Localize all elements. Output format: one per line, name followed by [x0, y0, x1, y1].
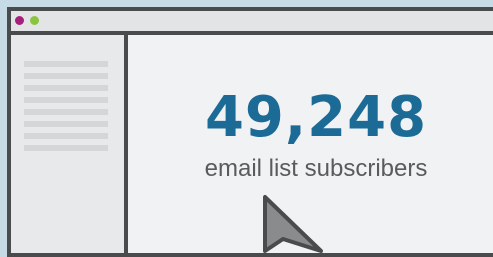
sidebar-placeholder-line — [24, 121, 108, 127]
browser-window: 49,248 email list subscribers — [7, 7, 493, 257]
sidebar-placeholder-line — [24, 73, 108, 79]
sidebar-placeholder-line — [24, 85, 108, 91]
sidebar-placeholder-line — [24, 97, 108, 103]
subscriber-count: 49,248 — [204, 85, 428, 150]
sidebar-placeholder-line — [24, 109, 108, 115]
cursor-arrow-icon — [263, 195, 323, 253]
sidebar — [11, 35, 128, 253]
close-button[interactable] — [15, 16, 24, 25]
window-titlebar — [11, 11, 493, 35]
sidebar-placeholder-line — [24, 145, 108, 151]
main-content: 49,248 email list subscribers — [128, 35, 493, 253]
subscriber-count-label: email list subscribers — [204, 155, 428, 182]
sidebar-placeholder-line — [24, 61, 108, 67]
sidebar-placeholder-line — [24, 133, 108, 139]
minimize-button[interactable] — [30, 16, 39, 25]
